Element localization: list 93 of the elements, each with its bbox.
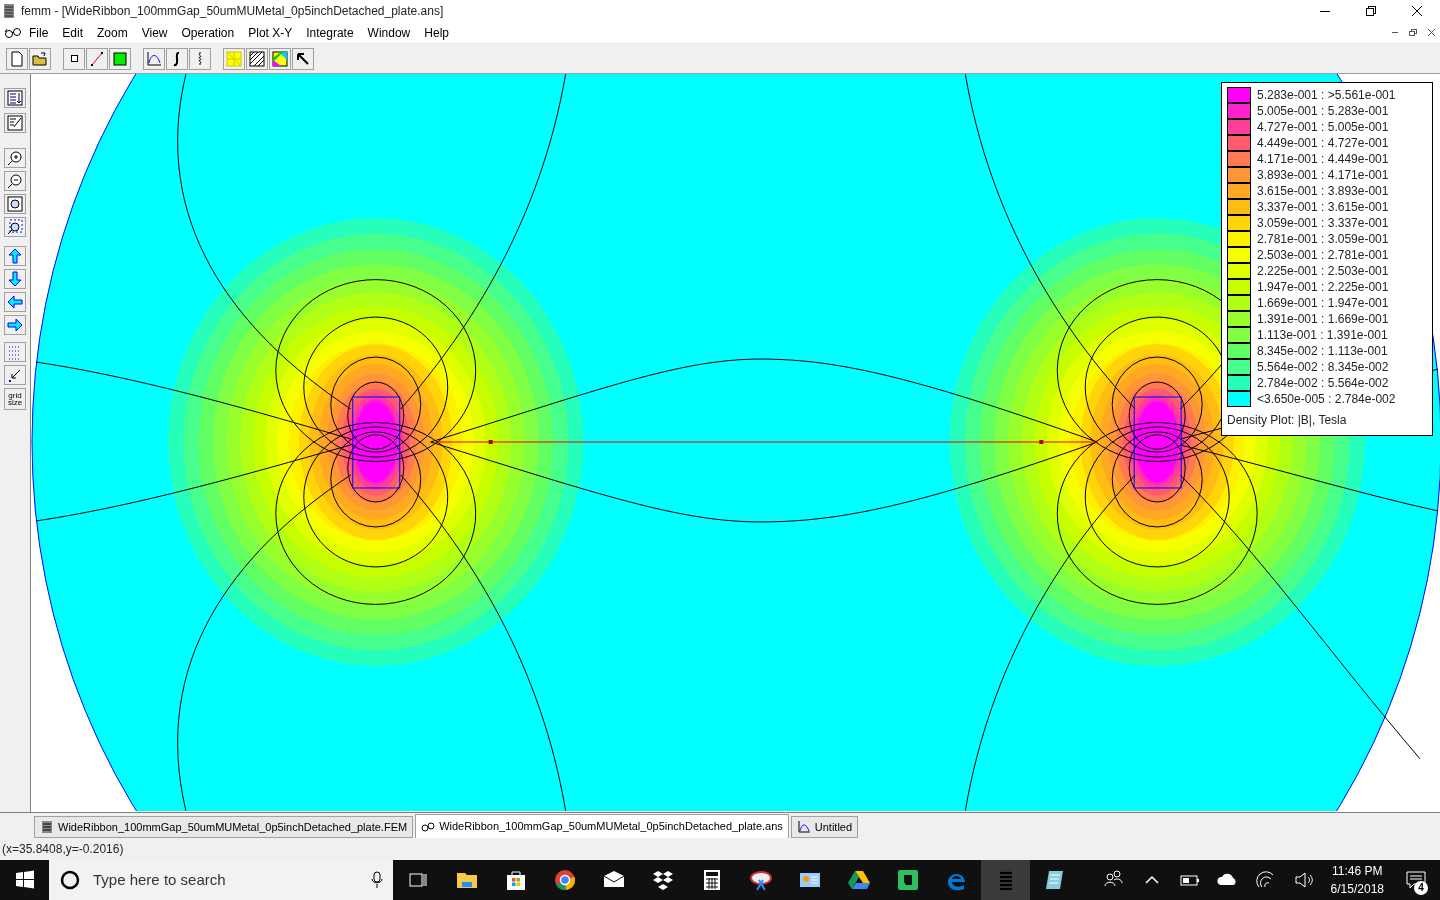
close-icon [1427, 29, 1435, 36]
toolbar-button[interactable] [246, 47, 268, 70]
down-arrow-icon [7, 271, 23, 287]
legend-range: 3.893e-001 : 4.171e-001 [1257, 167, 1389, 184]
legend-range: 2.784e-002 : 5.564e-002 [1257, 375, 1389, 392]
document-tab[interactable]: WideRibbon_100mmGap_50umMUMetal_0p5inchDetached_plate.FEM [34, 816, 414, 838]
maximize-icon [1366, 6, 1376, 16]
grid-icon [225, 49, 243, 68]
toolbar-button[interactable] [4, 269, 26, 289]
microphone-icon [371, 871, 383, 889]
curve-plot-icon [145, 49, 163, 68]
status-text: (x=35.8408,y=-0.2016) [2, 841, 124, 858]
legend-range: 5.283e-001 : >5.561e-001 [1257, 87, 1396, 104]
minimize-icon [1392, 32, 1398, 33]
edit-icon [7, 115, 23, 131]
clock[interactable]: 11:46 PM 6/15/2018 [1322, 862, 1392, 898]
curve-plot-icon [796, 820, 811, 834]
legend-range: 2.503e-001 : 2.781e-001 [1257, 247, 1389, 264]
right-arrow-icon [7, 317, 23, 333]
legend-range: 1.669e-001 : 1.947e-001 [1257, 295, 1389, 312]
document-tab[interactable]: Untitled [790, 816, 859, 838]
left-arrow-icon [7, 294, 23, 310]
toolbar-button[interactable] [166, 47, 188, 70]
point-icon [70, 55, 78, 62]
notification-button[interactable]: 4 [1392, 860, 1440, 900]
legend-range: 3.337e-001 : 3.615e-001 [1257, 199, 1389, 216]
triangle-icon [846, 868, 871, 892]
zoom-window-icon [7, 219, 23, 235]
snap-arrow-icon [7, 367, 23, 383]
restore-icon [1409, 29, 1417, 36]
toolbar-button[interactable] [292, 47, 314, 70]
toolbar-button[interactable] [4, 171, 26, 191]
legend-range: 4.449e-001 : 4.727e-001 [1257, 135, 1389, 152]
toolbar-button[interactable] [4, 217, 26, 237]
menu-item[interactable]: Window [360, 23, 418, 42]
minimize-icon [1320, 10, 1330, 12]
clock-time: 11:46 PM [1331, 863, 1384, 880]
toolbar-button[interactable] [4, 315, 26, 335]
zoom-in-icon [7, 150, 23, 166]
up-arrow-icon [7, 248, 23, 264]
toolbar-button[interactable] [4, 246, 26, 266]
legend-range: 8.345e-002 : 1.113e-001 [1257, 343, 1388, 360]
glasses-icon [4, 25, 22, 40]
window-title: femm - [WideRibbon_100mmGap_50umMUMetal_0p5inchDetached_plate.ans] [21, 3, 445, 20]
legend-caption: Density Plot: |B|, Tesla [1227, 412, 1348, 429]
grid-size-button[interactable]: grid size [4, 388, 26, 410]
zoom-out-icon [7, 173, 23, 189]
menu-item[interactable]: Integrate [299, 23, 361, 42]
toolbar-button[interactable] [4, 113, 26, 133]
color-gradient-icon [271, 49, 289, 68]
scissors-icon [748, 868, 773, 892]
speech-bubble-icon [1405, 869, 1427, 891]
close-icon [1412, 6, 1422, 16]
menu-item[interactable]: File [22, 23, 56, 42]
toolbar-button[interactable] [29, 47, 51, 70]
search-field[interactable]: Type here to search [91, 867, 361, 893]
new-file-icon [8, 49, 26, 68]
line-segment-icon [88, 49, 106, 68]
toolbar-button[interactable] [63, 47, 85, 70]
menu-item[interactable]: Plot X-Y [241, 23, 300, 42]
legend-range: 1.947e-001 : 2.225e-001 [1257, 279, 1389, 296]
menu-item[interactable]: Edit [55, 23, 91, 42]
legend-range: 5.005e-001 : 5.283e-001 [1257, 103, 1389, 120]
hatch-icon [248, 49, 266, 68]
search-icon [59, 869, 81, 891]
zoom-page-icon [7, 196, 23, 212]
toolbar-button[interactable] [4, 148, 26, 168]
toolbar-button[interactable] [4, 194, 26, 214]
notification-count: 4 [1414, 881, 1428, 895]
legend-range: 1.113e-001 : 1.391e-001 [1257, 327, 1388, 344]
legend-range: <3.650e-005 : 2.784e-002 [1257, 391, 1396, 408]
toolbar-button[interactable] [4, 292, 26, 312]
clock-date: 6/15/2018 [1330, 881, 1384, 898]
legend-range: 3.615e-001 : 3.893e-001 [1257, 183, 1389, 200]
legend-range: 4.727e-001 : 5.005e-001 [1257, 119, 1389, 136]
legend-range: 2.225e-001 : 2.503e-001 [1257, 263, 1389, 280]
legend-range: 3.059e-001 : 3.337e-001 [1257, 215, 1389, 232]
open-folder-icon [31, 49, 49, 68]
search-box[interactable]: Type here to search [49, 860, 393, 900]
menu-item[interactable]: Help [417, 23, 456, 42]
menu-item[interactable]: View [134, 23, 175, 42]
toolbar-button[interactable] [4, 365, 26, 385]
legend-range: 4.171e-001 : 4.449e-001 [1257, 151, 1389, 168]
browser-icon [552, 868, 577, 892]
document-tab[interactable]: WideRibbon_100mmGap_50umMUMetal_0p5inchDetached_plate.ans [415, 814, 789, 838]
block-square-icon [111, 49, 129, 68]
legend-range: 5.564e-002 : 8.345e-002 [1257, 359, 1389, 376]
menu-item[interactable]: Zoom [90, 23, 135, 42]
legend-range: 1.391e-001 : 1.669e-001 [1257, 311, 1389, 328]
list-icon [7, 90, 23, 106]
glasses-icon [421, 819, 436, 834]
menu-item[interactable]: Operation [174, 23, 242, 42]
legend-range: 2.781e-001 : 3.059e-001 [1257, 231, 1389, 248]
